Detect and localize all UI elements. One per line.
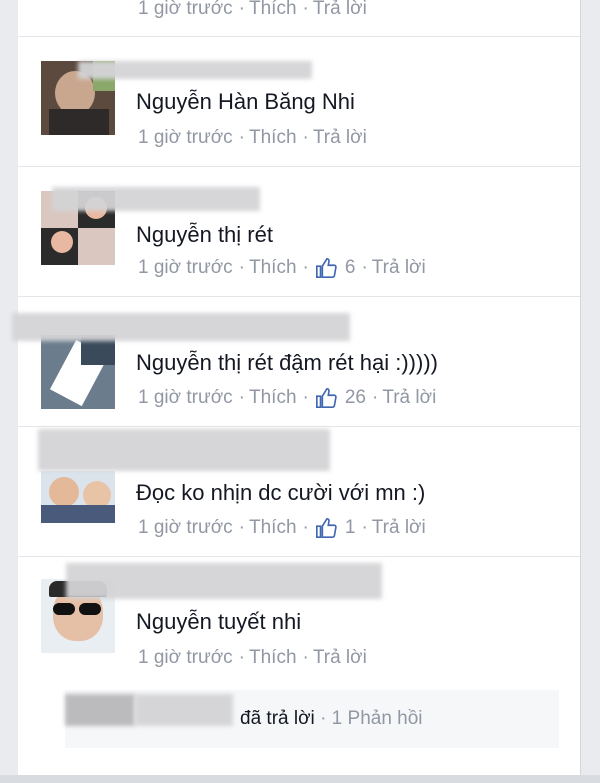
comment-meta: 1 giờ trước · Thích · 26 · Trả lời — [138, 387, 437, 409]
comment-time: 1 giờ trước — [138, 127, 233, 148]
blurred-avatar — [65, 694, 135, 726]
comment-list: 1 giờ trước · Thích · Trả lời Nguyễn Hàn… — [12, 0, 581, 775]
like-count: 26 — [344, 387, 366, 408]
reply-link[interactable]: Trả lời — [372, 257, 426, 279]
reply-count[interactable]: 1 Phản hồi — [332, 708, 423, 729]
comment-time: 1 giờ trước — [138, 0, 233, 19]
blurred-name — [78, 61, 312, 79]
avatar[interactable] — [41, 471, 115, 523]
blurred-name — [38, 429, 330, 471]
comment-time: 1 giờ trước — [138, 387, 233, 408]
like-link[interactable]: Thích — [249, 517, 297, 539]
reply-link[interactable]: Trả lời — [313, 127, 367, 149]
like-link[interactable]: Thích — [249, 647, 297, 669]
reply-summary[interactable]: đã trả lời · 1 Phản hồi — [65, 690, 559, 748]
blurred-name — [52, 187, 260, 211]
reply-separator: · — [320, 708, 327, 729]
like-link[interactable]: Thích — [249, 387, 297, 409]
bottom-border — [0, 775, 600, 783]
like-link[interactable]: Thích — [249, 0, 297, 20]
blurred-name — [66, 563, 382, 599]
reply-link[interactable]: Trả lời — [372, 517, 426, 539]
comment-meta: 1 giờ trước · Thích · 6 · Trả lời — [138, 257, 426, 279]
blurred-name — [12, 313, 350, 341]
comment-meta: 1 giờ trước · Thích · 1 · Trả lời — [138, 517, 426, 539]
comment-text: Nguyễn tuyết nhi — [136, 609, 302, 634]
comment-text: Nguyễn thị rét — [136, 222, 273, 247]
reply-link[interactable]: Trả lời — [313, 0, 367, 20]
reply-link[interactable]: Trả lời — [382, 387, 436, 409]
like-thumb-icon — [315, 388, 337, 408]
list-item: Nguyễn Hàn Băng Nhi 1 giờ trước · Thích … — [18, 37, 580, 167]
reply-link[interactable]: Trả lời — [313, 647, 367, 669]
reply-summary-text: đã trả lời · 1 Phản hồi — [240, 708, 423, 730]
like-thumb-icon — [315, 518, 337, 538]
comment-meta: 1 giờ trước · Thích · Trả lời — [138, 647, 367, 669]
like-count: 1 — [344, 517, 356, 538]
comment-meta: 1 giờ trước · Thích · Trả lời — [138, 127, 367, 149]
comment-time: 1 giờ trước — [138, 647, 233, 668]
like-thumb-icon — [315, 258, 337, 278]
like-count: 6 — [344, 257, 356, 278]
list-item: Nguyễn thị rét 1 giờ trước · Thích · 6 ·… — [18, 167, 580, 297]
comment-time: 1 giờ trước — [138, 257, 233, 278]
comment-text: Nguyễn thị rét đậm rét hại :))))) — [136, 350, 438, 375]
comment-text: Nguyễn Hàn Băng Nhi — [136, 89, 355, 114]
like-link[interactable]: Thích — [249, 127, 297, 149]
avatar[interactable] — [41, 335, 115, 409]
comment-text: Đọc ko nhịn dc cười với mn :) — [136, 480, 426, 505]
comment-time: 1 giờ trước — [138, 517, 233, 538]
like-link[interactable]: Thích — [249, 257, 297, 279]
reply-action: đã trả lời — [240, 708, 315, 729]
blurred-name — [135, 694, 233, 726]
list-item: Đọc ko nhịn dc cười với mn :) 1 giờ trướ… — [18, 427, 580, 557]
comment-meta: 1 giờ trước · Thích · Trả lời — [138, 0, 367, 20]
list-item: Nguyễn thị rét đậm rét hại :))))) 1 giờ … — [12, 297, 580, 427]
